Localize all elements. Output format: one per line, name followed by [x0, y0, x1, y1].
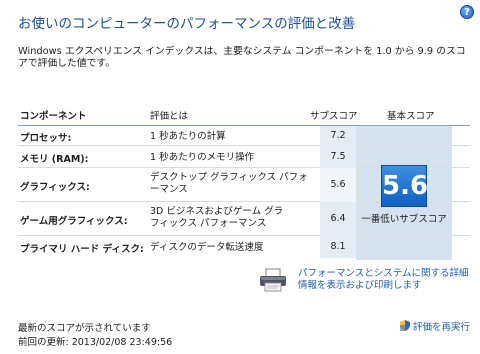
subscore-hard-disk: 8.1 — [330, 241, 346, 252]
header-basescore: 基本スコア — [387, 111, 435, 122]
component-hard-disk: プライマリ ハード ディスク: — [20, 244, 144, 255]
rated-hard-disk: ディスクのデータ転送速度 — [150, 242, 264, 253]
table-row: プロセッサ: 1 秒あたりの計算 7.2 — [18, 126, 470, 146]
component-graphics: グラフィックス: — [20, 182, 90, 193]
details-link[interactable]: パフォーマンスとシステムに関する詳細情報を表示および印刷します — [298, 268, 478, 292]
rated-processor: 1 秒あたりの計算 — [150, 131, 226, 142]
component-memory: メモリ (RAM): — [20, 154, 89, 165]
header-subscore: サブスコア — [310, 111, 358, 122]
rerun-label: 評価を再実行 — [412, 322, 470, 333]
score-status: 最新のスコアが示されています — [18, 323, 151, 334]
header-component: コンポーネント — [20, 111, 87, 122]
rated-gaming-graphics: 3D ビジネスおよびゲーム グラフィックス パフォーマンス — [150, 206, 284, 229]
base-score-badge: 5.6 — [381, 165, 428, 207]
table-header: コンポーネント 評価とは サブスコア 基本スコア — [18, 102, 470, 126]
page-title: お使いのコンピューターのパフォーマンスの評価と改善 — [18, 16, 356, 32]
subscore-graphics: 5.6 — [330, 179, 346, 190]
component-gaming-graphics: ゲーム用グラフィックス: — [20, 216, 128, 227]
printer-icon — [260, 268, 286, 292]
last-update: 前回の更新: 2013/02/08 23:49:56 — [18, 337, 173, 348]
rated-graphics: デスクトップ グラフィックス パフォーマンス — [150, 172, 308, 195]
component-processor: プロセッサ: — [20, 133, 72, 144]
page-description: Windows エクスペリエンス インデックスは、主要なシステム コンポーネント… — [18, 46, 466, 69]
header-rated: 評価とは — [150, 111, 189, 122]
base-score-caption: 一番低いサブスコア — [361, 214, 447, 225]
rerun-assessment-link[interactable]: 評価を再実行 — [399, 319, 470, 333]
table-row: プライマリ ハード ディスク: ディスクのデータ転送速度 8.1 — [18, 236, 470, 258]
help-icon[interactable]: ? — [460, 5, 474, 19]
subscore-memory: 7.5 — [330, 151, 346, 162]
subscore-processor: 7.2 — [330, 130, 346, 141]
rated-memory: 1 秒あたりのメモリ操作 — [150, 152, 255, 163]
shield-icon — [399, 320, 410, 331]
subscore-gaming-graphics: 6.4 — [330, 213, 346, 224]
